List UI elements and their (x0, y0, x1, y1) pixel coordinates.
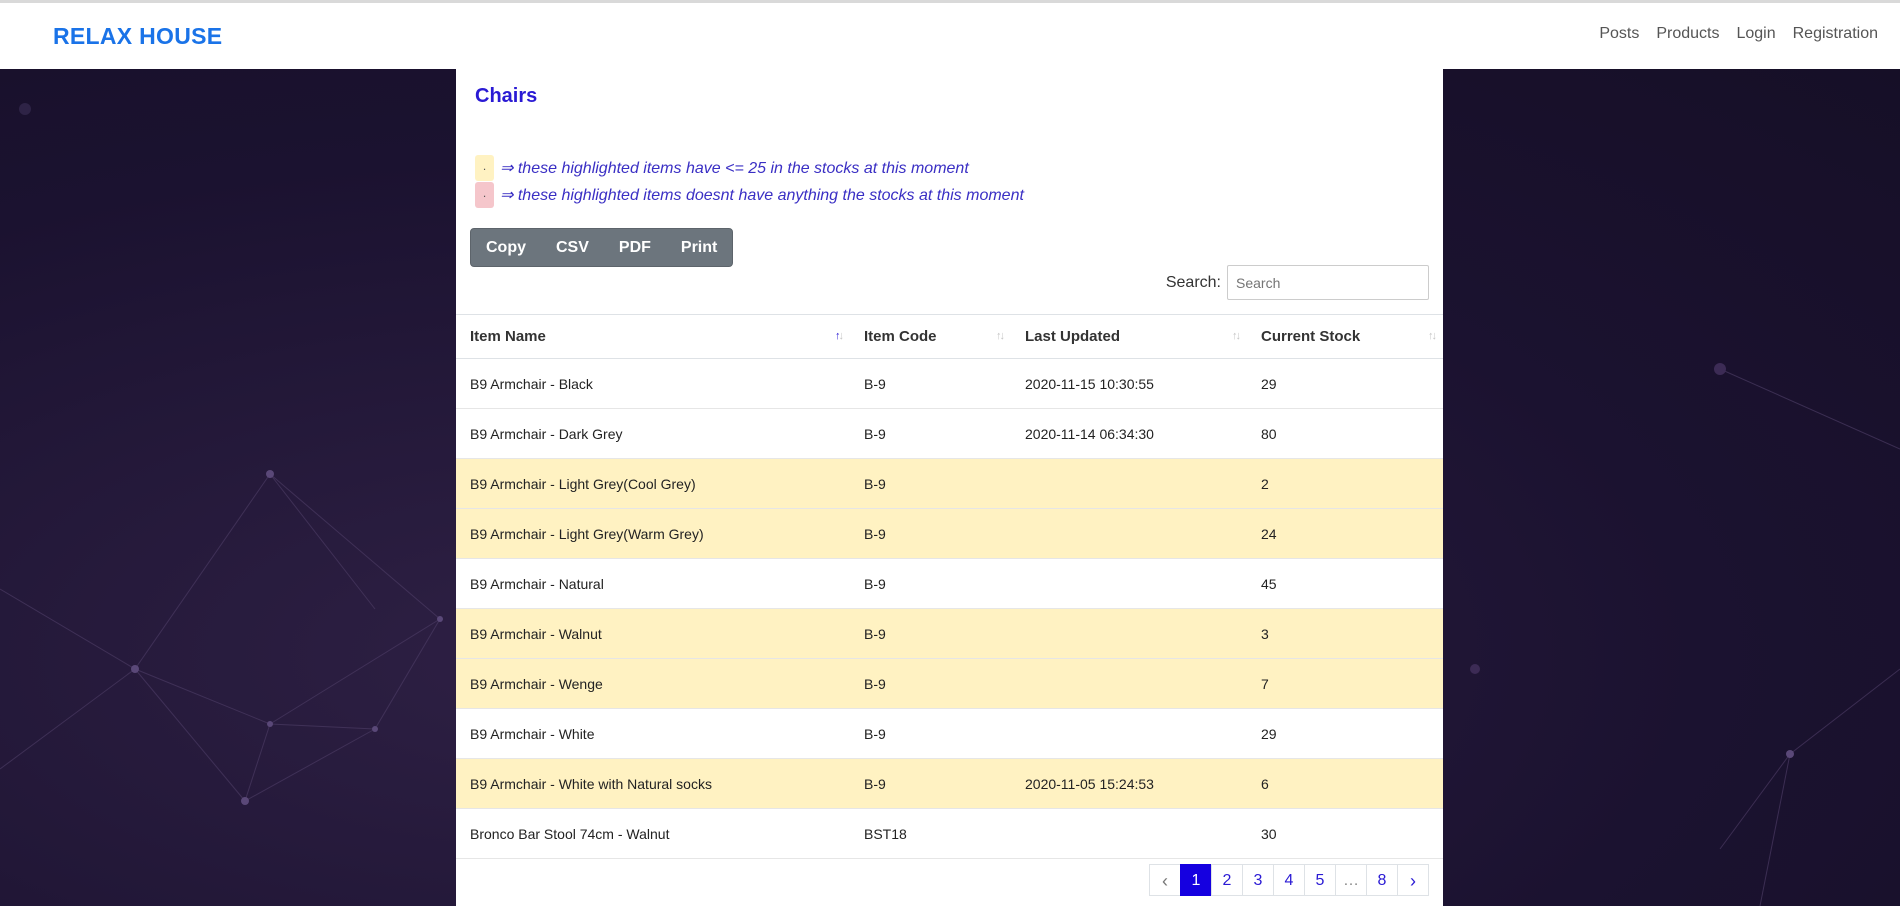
cell-last-updated: 2020-11-05 15:24:53 (1011, 758, 1247, 809)
page-link-8[interactable]: 8 (1366, 864, 1398, 896)
content-card: Chairs . ⇒ these highlighted items have … (456, 69, 1443, 906)
cell-item-name: B9 Armchair - Dark Grey (456, 408, 850, 459)
cell-item-code: BST18 (850, 808, 1011, 859)
cell-current-stock: 2 (1247, 458, 1443, 509)
csv-button[interactable]: CSV (541, 229, 604, 266)
cell-item-name: B9 Armchair - Black (456, 358, 850, 409)
cell-last-updated: 2020-11-15 10:30:55 (1011, 358, 1247, 409)
page-link-4[interactable]: 4 (1273, 864, 1305, 896)
cell-item-name: B9 Armchair - Light Grey(Warm Grey) (456, 508, 850, 559)
page-link-3[interactable]: 3 (1242, 864, 1274, 896)
cell-item-name: B9 Armchair - Wenge (456, 658, 850, 709)
cell-item-name: B9 Armchair - Natural (456, 558, 850, 609)
sort-asc-icon: ↑↓ (835, 330, 844, 342)
page-link-1[interactable]: 1 (1180, 864, 1212, 896)
cell-last-updated (1011, 708, 1247, 759)
cell-current-stock: 29 (1247, 358, 1443, 409)
column-label: Item Name (470, 328, 546, 345)
column-label: Item Code (864, 328, 937, 345)
table-row: B9 Armchair - White with Natural socks B… (456, 758, 1443, 809)
legend-text-empty: ⇒ these highlighted items doesnt have an… (500, 187, 1024, 204)
sort-icon: ↑↓ (1428, 330, 1437, 342)
table-row: B9 Armchair - Wenge B-9 7 (456, 658, 1443, 709)
table-row: B9 Armchair - Light Grey(Warm Grey) B-9 … (456, 508, 1443, 559)
column-header-last-updated[interactable]: Last Updated ↑↓ (1011, 314, 1247, 359)
search-input[interactable] (1227, 265, 1429, 300)
pdf-button[interactable]: PDF (604, 229, 666, 266)
cell-current-stock: 7 (1247, 658, 1443, 709)
cell-last-updated (1011, 458, 1247, 509)
cell-last-updated (1011, 608, 1247, 659)
table-body: B9 Armchair - Black B-9 2020-11-15 10:30… (456, 358, 1443, 859)
cell-item-code: B-9 (850, 358, 1011, 409)
nav-links: Posts Products Login Registration (1599, 25, 1878, 43)
column-header-current-stock[interactable]: Current Stock ↑↓ (1247, 314, 1443, 359)
cell-item-code: B-9 (850, 408, 1011, 459)
brand-logo[interactable]: RELAX HOUSE (53, 23, 222, 50)
legend-swatch-low: . (475, 155, 494, 181)
table-header-row: Item Name ↑↓ Item Code ↑↓ Last Updated ↑… (456, 314, 1443, 359)
cell-current-stock: 30 (1247, 808, 1443, 859)
column-label: Last Updated (1025, 328, 1121, 345)
copy-button[interactable]: Copy (471, 229, 541, 266)
cell-current-stock: 45 (1247, 558, 1443, 609)
legend-low-stock: . ⇒ these highlighted items have <= 25 i… (475, 155, 969, 181)
legend-text-low: ⇒ these highlighted items have <= 25 in … (500, 160, 969, 177)
column-header-item-name[interactable]: Item Name ↑↓ (456, 314, 850, 359)
legend-swatch-empty: . (475, 182, 494, 208)
cell-item-name: B9 Armchair - White with Natural socks (456, 758, 850, 809)
cell-item-code: B-9 (850, 708, 1011, 759)
cell-current-stock: 29 (1247, 708, 1443, 759)
legend-out-of-stock: . ⇒ these highlighted items doesnt have … (475, 182, 1024, 208)
cell-item-name: B9 Armchair - White (456, 708, 850, 759)
cell-current-stock: 80 (1247, 408, 1443, 459)
table-row: B9 Armchair - Dark Grey B-9 2020-11-14 0… (456, 408, 1443, 459)
cell-current-stock: 24 (1247, 508, 1443, 559)
cell-last-updated: 2020-11-14 06:34:30 (1011, 408, 1247, 459)
cell-item-code: B-9 (850, 608, 1011, 659)
cell-last-updated (1011, 658, 1247, 709)
cell-item-name: Bronco Bar Stool 74cm - Walnut (456, 808, 850, 859)
cell-item-name: B9 Armchair - Walnut (456, 608, 850, 659)
search-box: Search: (1166, 265, 1429, 300)
cell-last-updated (1011, 508, 1247, 559)
print-button[interactable]: Print (666, 229, 732, 266)
search-label: Search: (1165, 273, 1221, 291)
nav-link-products[interactable]: Products (1656, 25, 1719, 43)
chevron-left-icon[interactable]: ‹ (1149, 864, 1181, 896)
nav-link-posts[interactable]: Posts (1599, 25, 1639, 43)
cell-last-updated (1011, 558, 1247, 609)
cell-item-code: B-9 (850, 758, 1011, 809)
table-row: B9 Armchair - Black B-9 2020-11-15 10:30… (456, 358, 1443, 409)
table-row: Bronco Bar Stool 74cm - Walnut BST18 30 (456, 808, 1443, 859)
cell-current-stock: 3 (1247, 608, 1443, 659)
page-link-2[interactable]: 2 (1211, 864, 1243, 896)
cell-item-name: B9 Armchair - Light Grey(Cool Grey) (456, 458, 850, 509)
pagination: ‹ 1 2 3 4 5 … 8 › (1149, 864, 1429, 896)
cell-item-code: B-9 (850, 508, 1011, 559)
cell-last-updated (1011, 808, 1247, 859)
nav-link-login[interactable]: Login (1736, 25, 1775, 43)
page-title: Chairs (475, 85, 538, 107)
export-button-group: Copy CSV PDF Print (470, 228, 734, 267)
page-ellipsis: … (1335, 864, 1367, 896)
cell-item-code: B-9 (850, 658, 1011, 709)
table-row: B9 Armchair - White B-9 29 (456, 708, 1443, 759)
navbar: RELAX HOUSE Posts Products Login Registr… (0, 3, 1900, 69)
column-header-item-code[interactable]: Item Code ↑↓ (850, 314, 1011, 359)
stock-table: Item Name ↑↓ Item Code ↑↓ Last Updated ↑… (456, 314, 1443, 859)
table-row: B9 Armchair - Natural B-9 45 (456, 558, 1443, 609)
table-row: B9 Armchair - Light Grey(Cool Grey) B-9 … (456, 458, 1443, 509)
sort-icon: ↑↓ (1232, 330, 1241, 342)
cell-item-code: B-9 (850, 558, 1011, 609)
nav-link-registration[interactable]: Registration (1793, 25, 1878, 43)
page-link-5[interactable]: 5 (1304, 864, 1336, 896)
cell-current-stock: 6 (1247, 758, 1443, 809)
cell-item-code: B-9 (850, 458, 1011, 509)
chevron-right-icon[interactable]: › (1397, 864, 1429, 896)
sort-icon: ↑↓ (996, 330, 1005, 342)
table-row: B9 Armchair - Walnut B-9 3 (456, 608, 1443, 659)
column-label: Current Stock (1261, 328, 1361, 345)
